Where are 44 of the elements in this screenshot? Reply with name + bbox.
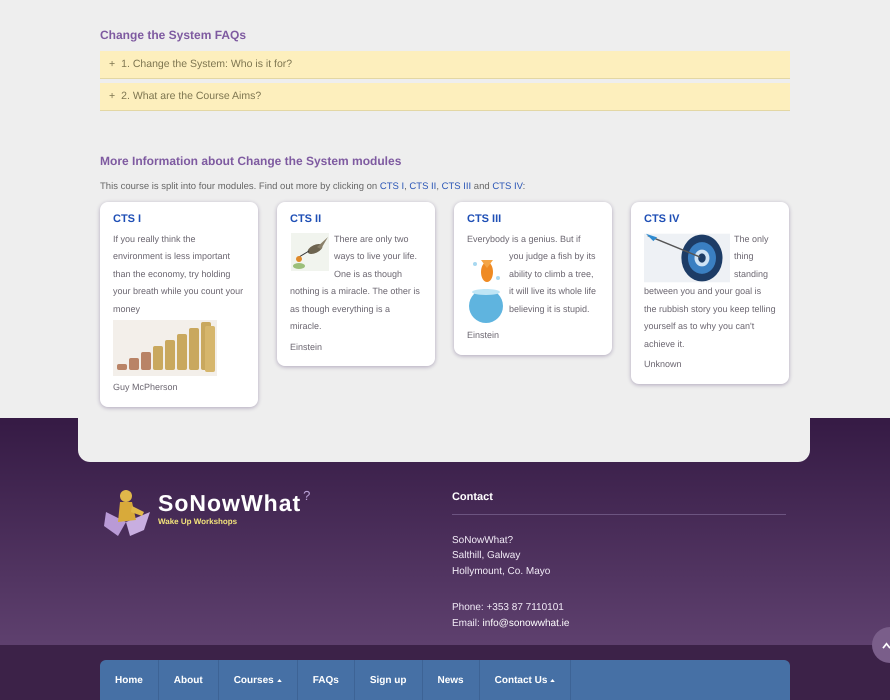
address-line: Hollymount, Co. Mayo — [452, 564, 552, 578]
phone-text: Phone: +353 87 7110101 — [452, 601, 565, 615]
nav-item[interactable]: Sign up — [354, 660, 422, 700]
quote-author: Einstein — [290, 340, 324, 354]
email-link[interactable]: info@sonowwhat.ie — [482, 618, 570, 628]
intro-text: This course is split into four modules. Find out more by clicking on CTS I, CTS II, CTS III and CTS IV: — [100, 180, 526, 194]
quote-author: Unknown — [644, 358, 683, 372]
plus-icon: + — [109, 56, 116, 72]
address-line: Salthill, Galway — [452, 549, 522, 563]
caret-up-icon — [882, 642, 890, 648]
nav-item[interactable]: Home — [100, 660, 159, 700]
logo-tagline: Wake Up Workshops — [158, 516, 238, 528]
quote-text: If you really think the environment is less important than the economy, try holding your breath while you count your money — [113, 232, 244, 316]
quote-author: Einstein — [467, 329, 500, 342]
plus-icon: + — [109, 88, 116, 104]
nav-item[interactable]: News — [422, 660, 480, 700]
module-link[interactable]: CTS II — [409, 181, 436, 192]
quote-text: The only thing standing — [734, 232, 770, 281]
module-link[interactable]: CTS III — [442, 181, 472, 192]
nav-item[interactable]: FAQs — [298, 660, 355, 700]
quote-text: you judge a fish by its ability to climb a tree, it will live its whole life believing it is stupid. — [509, 250, 598, 316]
card-title: CTS II — [290, 212, 322, 228]
faq-item[interactable]: + 2. What are the Course Aims? — [100, 83, 790, 111]
faq-item[interactable]: + 1. Change the System: Who is it for? — [100, 51, 790, 79]
nav-item[interactable]: Courses — [218, 660, 298, 700]
card-title: CTS IV — [644, 212, 680, 228]
quote-text: Everybody is a genius. But if — [467, 232, 582, 246]
quote-text: between you and your goal is the rubbish story you keep telling yourself as to why you can't achieve it. — [644, 285, 776, 351]
quote-text: There are only two ways to live your life. One is as though — [334, 232, 418, 281]
footer-heading: Contact — [452, 489, 786, 514]
logo-mark: ? — [303, 487, 310, 505]
section-heading: Change the System FAQs — [100, 27, 248, 44]
quote-author: Guy McPherson — [113, 381, 179, 394]
card-title: CTS I — [113, 212, 142, 228]
section-heading: More Information about Change the System modules — [100, 153, 402, 170]
logo-name: SoNowWhat — [158, 490, 302, 516]
quote-text: nothing is a miracle. The other is as though everything is a miracle. — [290, 285, 421, 334]
email-text: Email: info@sonowwhat.ie — [452, 616, 570, 630]
module-link[interactable]: CTS I — [380, 181, 404, 192]
address-line: SoNowWhat? — [452, 534, 514, 548]
card-title: CTS III — [467, 212, 502, 228]
nav-item[interactable]: Contact Us — [480, 660, 572, 700]
module-link[interactable]: CTS IV — [492, 181, 523, 192]
nav-item[interactable]: About — [158, 660, 219, 700]
